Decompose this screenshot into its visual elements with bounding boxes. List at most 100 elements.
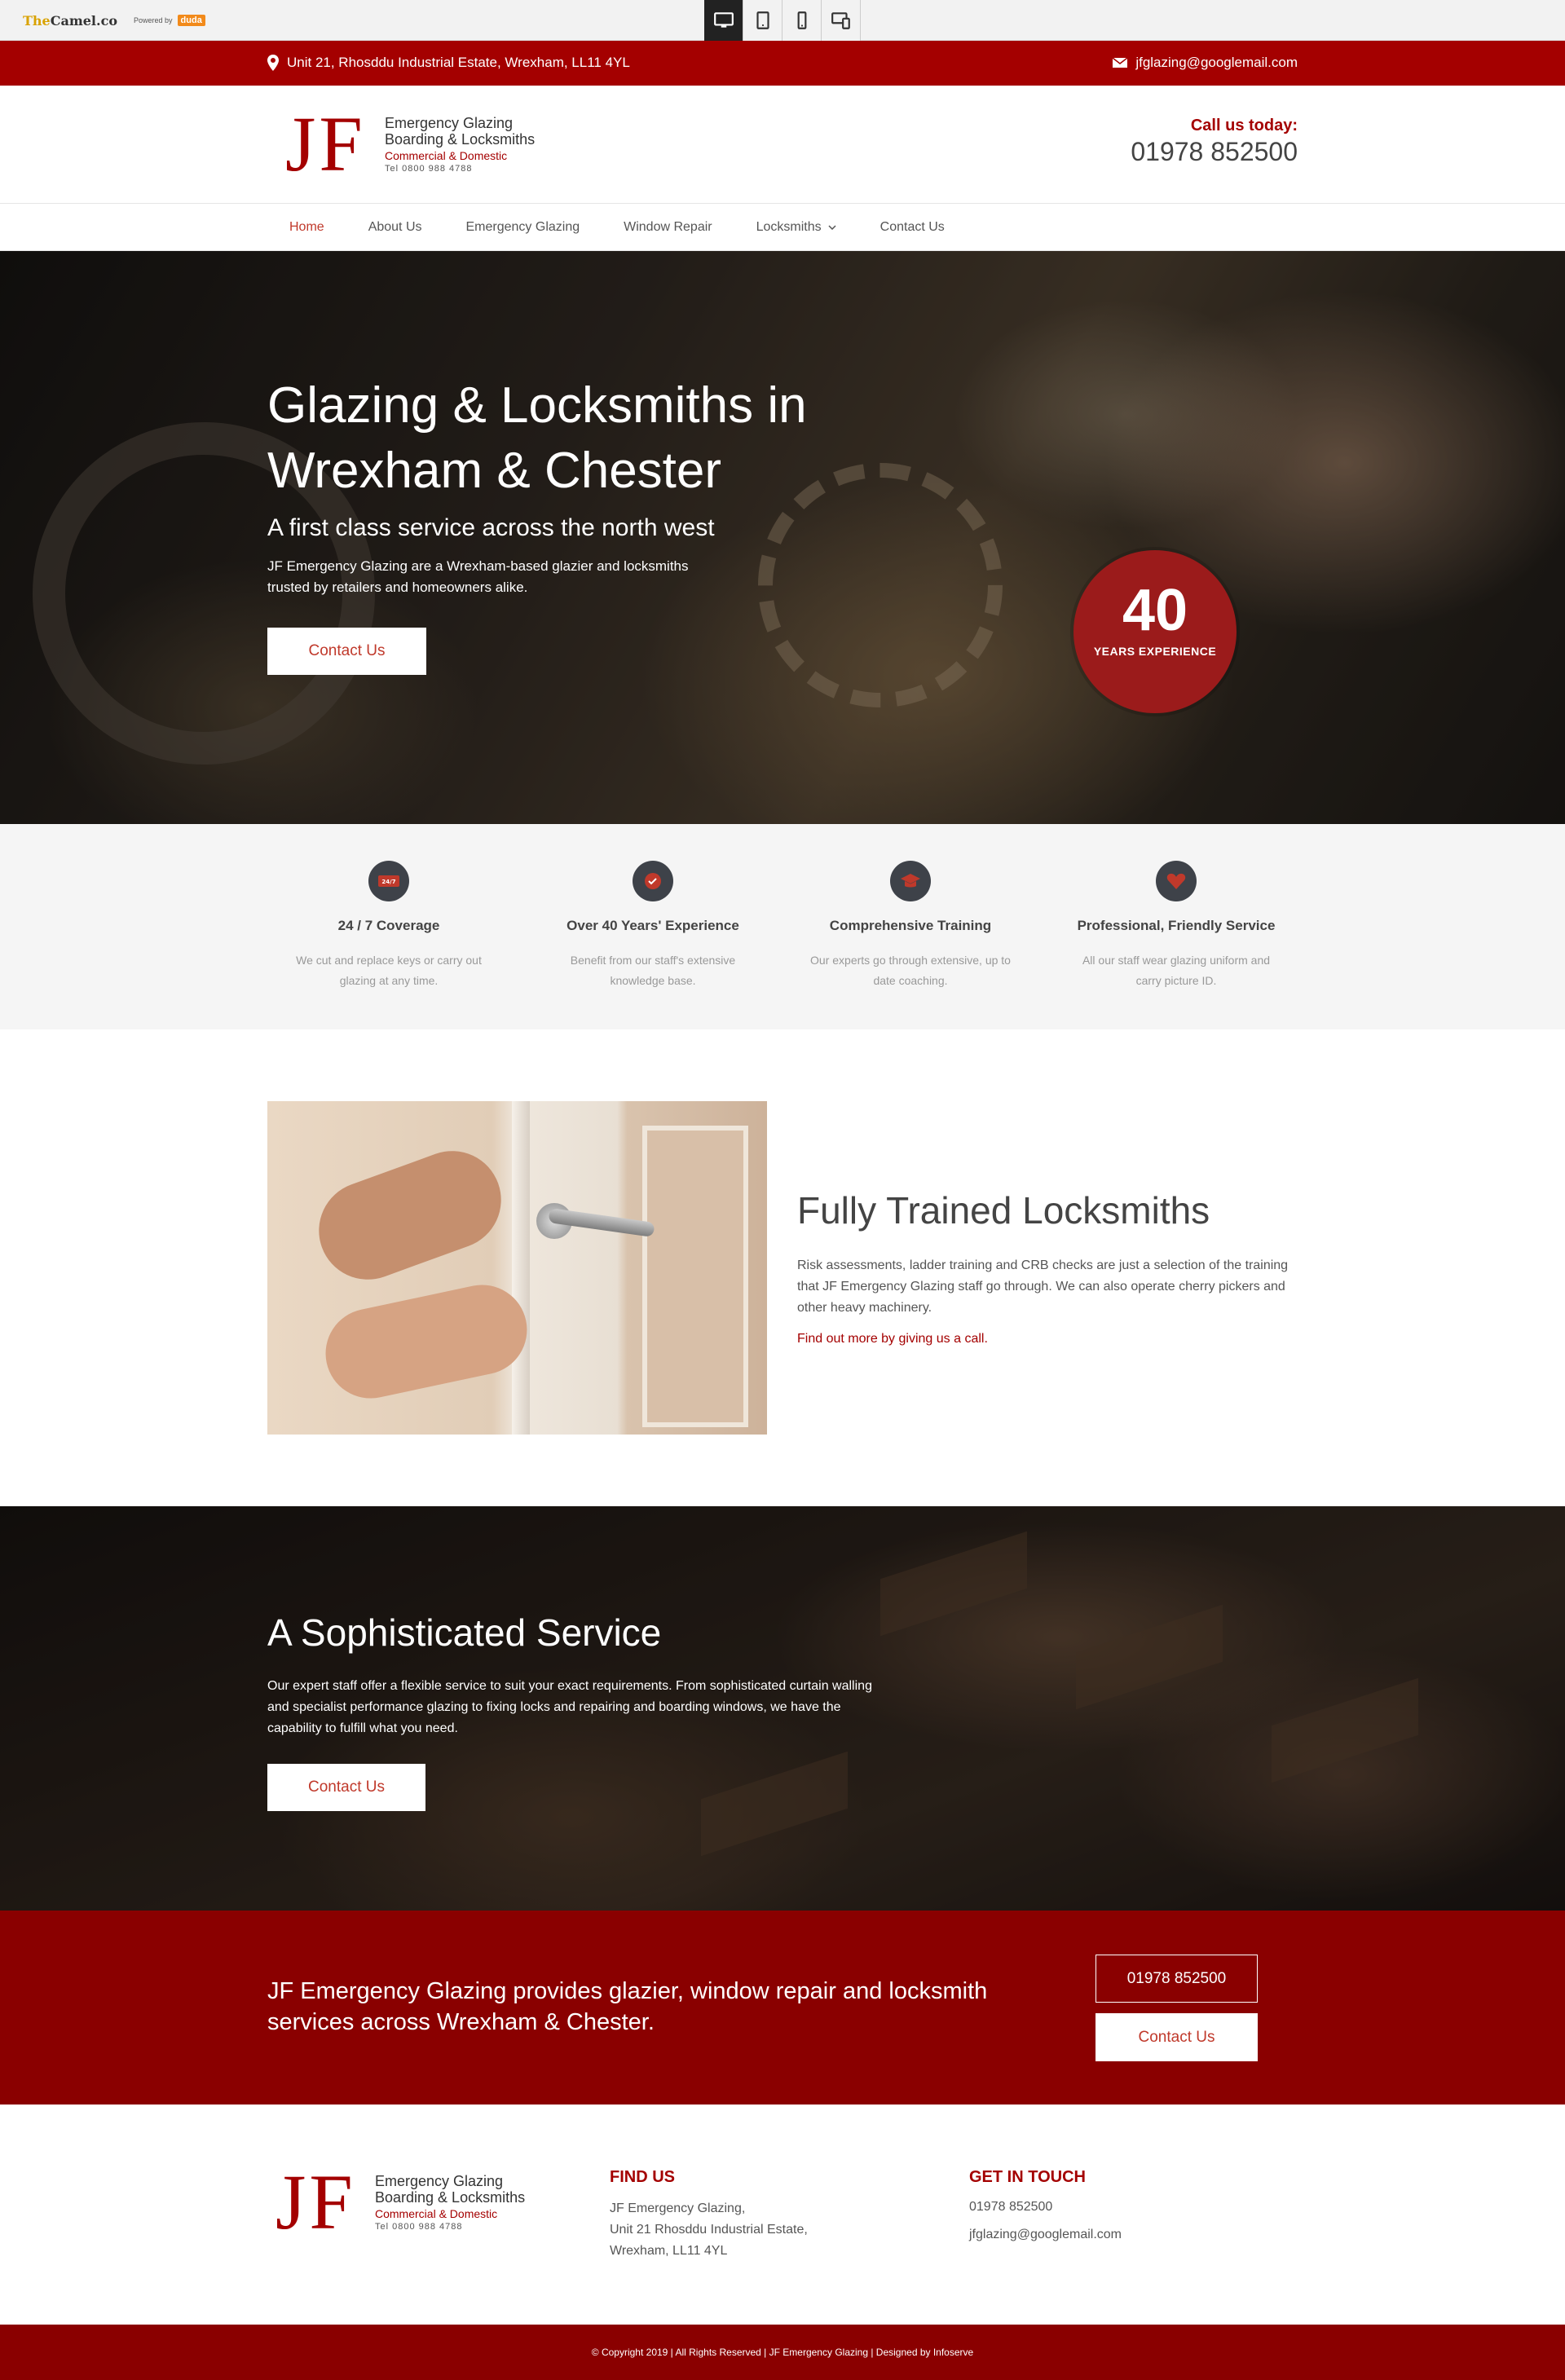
editor-logo[interactable]: TheCamel.co Powered by duda — [23, 7, 205, 34]
sophisticated-contact-button[interactable]: Contact Us — [267, 1764, 425, 1811]
cta-band: JF Emergency Glazing provides glazier, w… — [0, 1911, 1565, 2105]
hero-section: Glazing & Locksmiths in Wrexham & Cheste… — [0, 251, 1565, 824]
logo-mark: JF — [285, 100, 366, 187]
hero-contact-button[interactable]: Contact Us — [267, 628, 426, 675]
feature-title: Comprehensive Training — [829, 918, 992, 933]
nav-emergency-glazing[interactable]: Emergency Glazing — [444, 220, 602, 235]
feature-title: 24 / 7 Coverage — [337, 918, 440, 933]
svg-text:24/7: 24/7 — [381, 879, 395, 885]
hand-shape — [317, 1276, 536, 1407]
experience-badge: 40 YEARS EXPERIENCE — [1073, 550, 1237, 713]
mobile-view-button[interactable] — [782, 0, 822, 41]
find-out-more-link[interactable]: Find out more by giving us a call. — [797, 1332, 988, 1346]
copyright-text: © Copyright 2019 | All Rights Reserved |… — [591, 2347, 974, 2358]
band-contact-button[interactable]: Contact Us — [1096, 2013, 1258, 2061]
door-panel — [642, 1126, 748, 1427]
logo-line-1: Emergency Glazing — [375, 2173, 504, 2189]
logo-line-4: Tel 0800 988 4788 — [385, 164, 473, 174]
tablet-icon — [756, 11, 769, 29]
find-us-line: Unit 21 Rhosddu Industrial Estate, — [610, 2223, 808, 2237]
duda-logo: duda — [177, 15, 205, 26]
logo-line-4: Tel 0800 988 4788 — [375, 2222, 463, 2232]
logo-line-2: Boarding & Locksmiths — [375, 2189, 526, 2206]
editor-brand: TheCamel.co — [23, 12, 117, 29]
email-link[interactable]: jfglazing@googlemail.com — [1135, 55, 1298, 71]
top-contact-bar: Unit 21, Rhosddu Industrial Estate, Wrex… — [0, 41, 1565, 86]
badge-number: 40 — [1122, 578, 1188, 643]
heart-icon — [1156, 861, 1197, 901]
feature-service: Professional, Friendly Service All our s… — [1070, 861, 1282, 991]
site-header: JF Emergency Glazing Boarding & Locksmit… — [0, 86, 1565, 204]
nav-locksmiths-label: Locksmiths — [756, 220, 822, 234]
sophisticated-title: A Sophisticated Service — [267, 1611, 662, 1654]
hero-subtitle: A first class service across the north w… — [267, 514, 715, 541]
site-footer: JF Emergency Glazing Boarding & Locksmit… — [0, 2105, 1565, 2325]
feature-title: Over 40 Years' Experience — [566, 918, 739, 933]
address-info: Unit 21, Rhosddu Industrial Estate, Wrex… — [267, 55, 630, 71]
feature-title: Professional, Friendly Service — [1077, 918, 1276, 933]
find-us-column: FIND US JF Emergency Glazing, Unit 21 Rh… — [610, 2168, 808, 2262]
logo-line-1: Emergency Glazing — [385, 115, 514, 131]
chevron-down-icon — [828, 225, 836, 230]
address-text: Unit 21, Rhosddu Industrial Estate, Wrex… — [287, 55, 630, 70]
feature-text: Benefit from our staff's extensive knowl… — [570, 954, 736, 987]
nav-locksmiths[interactable]: Locksmiths — [734, 220, 858, 235]
hand-shape — [305, 1137, 515, 1294]
envelope-icon — [1113, 58, 1128, 68]
desktop-view-button[interactable] — [704, 0, 743, 41]
logo-line-3: Commercial & Domestic — [375, 2207, 498, 2220]
footer-email[interactable]: jfglazing@googlemail.com — [969, 2224, 1122, 2246]
editor-toolbar: TheCamel.co Powered by duda — [0, 0, 1565, 41]
nav-window-repair[interactable]: Window Repair — [602, 220, 734, 235]
call-us-block: Call us today: 01978 852500 — [1131, 117, 1298, 167]
band-phone-button[interactable]: 01978 852500 — [1096, 1955, 1258, 2003]
feature-24-7: 24/7 24 / 7 Coverage We cut and replace … — [283, 861, 495, 991]
email-info[interactable]: jfglazing@googlemail.com — [1113, 55, 1298, 71]
find-us-title: FIND US — [610, 2168, 675, 2186]
responsive-view-button[interactable] — [822, 0, 861, 41]
locksmith-image — [267, 1101, 767, 1435]
main-navigation: Home About Us Emergency Glazing Window R… — [0, 204, 1565, 251]
tablet-view-button[interactable] — [743, 0, 782, 41]
24-7-icon: 24/7 — [368, 861, 409, 901]
footer-phone[interactable]: 01978 852500 — [969, 2197, 1122, 2218]
call-us-label: Call us today: — [1190, 117, 1298, 134]
feature-text: We cut and replace keys or carry out gla… — [296, 954, 482, 987]
desktop-icon — [713, 12, 734, 28]
get-in-touch-column: GET IN TOUCH 01978 852500 jfglazing@goog… — [969, 2168, 1122, 2246]
checkmark-badge-icon — [633, 861, 673, 901]
header-phone[interactable]: 01978 852500 — [1131, 137, 1298, 167]
responsive-icon — [831, 12, 850, 29]
feature-training: Comprehensive Training Our experts go th… — [805, 861, 1016, 991]
copyright-bar: © Copyright 2019 | All Rights Reserved |… — [0, 2325, 1565, 2380]
badge-text: YEARS EXPERIENCE — [1093, 645, 1217, 658]
sophisticated-text: Our expert staff offer a flexible servic… — [267, 1679, 872, 1735]
footer-logo[interactable]: JF Emergency Glazing Boarding & Locksmit… — [276, 2163, 544, 2241]
find-us-line: Wrexham, LL11 4YL — [610, 2244, 728, 2258]
sophisticated-section: A Sophisticated Service Our expert staff… — [0, 1506, 1565, 1911]
hero-title: Glazing & Locksmiths in Wrexham & Cheste… — [267, 377, 807, 499]
nav-contact-us[interactable]: Contact Us — [858, 220, 967, 235]
mobile-icon — [797, 11, 806, 29]
hero-text: JF Emergency Glazing are a Wrexham-based… — [267, 558, 689, 595]
logo-line-2: Boarding & Locksmiths — [385, 131, 536, 148]
locksmiths-text: Risk assessments, ladder training and CR… — [797, 1258, 1289, 1315]
logo-line-3: Commercial & Domestic — [385, 149, 508, 162]
map-pin-icon — [267, 55, 279, 71]
site-logo[interactable]: JF Emergency Glazing Boarding & Locksmit… — [285, 105, 554, 183]
graduation-cap-icon — [890, 861, 931, 901]
door-edge — [512, 1101, 530, 1435]
feature-text: All our staff wear glazing uniform and c… — [1082, 954, 1271, 987]
hero-overlay — [0, 251, 1565, 824]
features-section: 24/7 24 / 7 Coverage We cut and replace … — [0, 824, 1565, 1029]
band-message: JF Emergency Glazing provides glazier, w… — [267, 1978, 988, 2035]
device-switcher — [704, 0, 861, 41]
feature-text: Our experts go through extensive, up to … — [810, 954, 1011, 987]
nav-home[interactable]: Home — [267, 220, 346, 235]
nav-about-us[interactable]: About Us — [346, 220, 444, 235]
find-us-line: JF Emergency Glazing, — [610, 2202, 746, 2215]
powered-by-label: Powered by — [134, 16, 173, 24]
locksmiths-title: Fully Trained Locksmiths — [797, 1189, 1210, 1232]
feature-experience: Over 40 Years' Experience Benefit from o… — [547, 861, 759, 991]
logo-mark: JF — [276, 2158, 356, 2246]
